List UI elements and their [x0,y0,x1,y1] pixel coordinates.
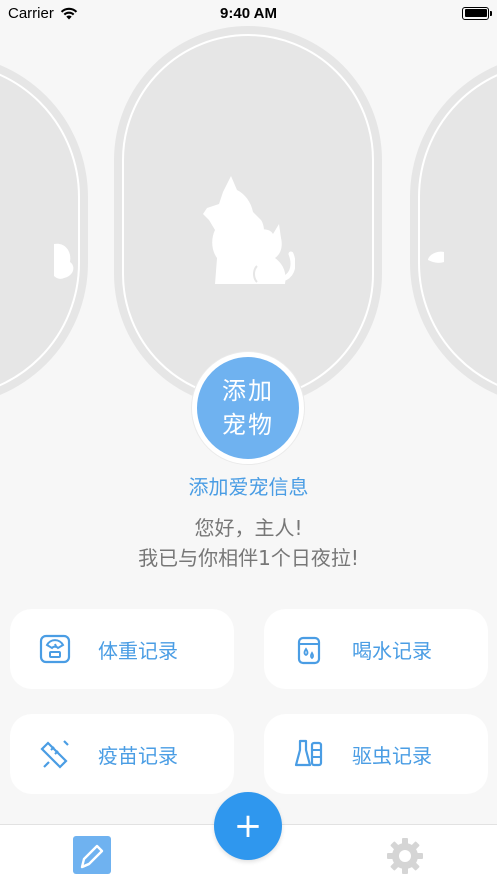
pet-silhouette-icon [428,251,444,263]
battery-icon [462,6,492,20]
water-record-label: 喝水记录 [352,638,432,663]
water-cup-icon [297,636,321,665]
vaccine-record-label: 疫苗记录 [98,743,178,768]
weight-record-button[interactable]: 体重记录 [10,609,234,689]
add-pet-button[interactable]: 添加宠物 [192,352,304,464]
deworm-record-label: 驱虫记录 [352,743,432,768]
battery-level [464,9,487,17]
deworm-bottle-icon [294,739,323,767]
edit-icon[interactable] [73,836,111,874]
cat-dog-silhouette-icon [203,176,295,284]
pet-card-next[interactable] [418,62,497,398]
pet-card-current[interactable] [122,34,374,400]
gear-icon[interactable] [386,837,424,875]
add-pet-info-link[interactable]: 添加爱宠信息 [0,471,497,500]
syringe-icon [40,740,69,769]
status-left: Carrier [8,5,78,22]
plus-icon: + [233,806,263,846]
greeting-line-1: 您好，主人! [194,516,303,540]
wifi-icon [60,7,78,19]
deworm-record-button[interactable]: 驱虫记录 [264,714,488,794]
greeting-line-2: 我已与你相伴1个日夜拉! [138,546,359,570]
add-button[interactable]: + [214,792,282,860]
greeting-text: 您好，主人! 我已与你相伴1个日夜拉! [0,513,497,573]
vaccine-record-button[interactable]: 疫苗记录 [10,714,234,794]
add-pet-button-label: 添加宠物 [222,377,274,439]
pet-card-previous[interactable] [0,62,80,398]
scale-icon [39,634,71,664]
water-record-button[interactable]: 喝水记录 [264,609,488,689]
carrier-label: Carrier [8,4,54,22]
weight-record-label: 体重记录 [98,638,178,663]
pet-silhouette-icon [54,243,74,279]
